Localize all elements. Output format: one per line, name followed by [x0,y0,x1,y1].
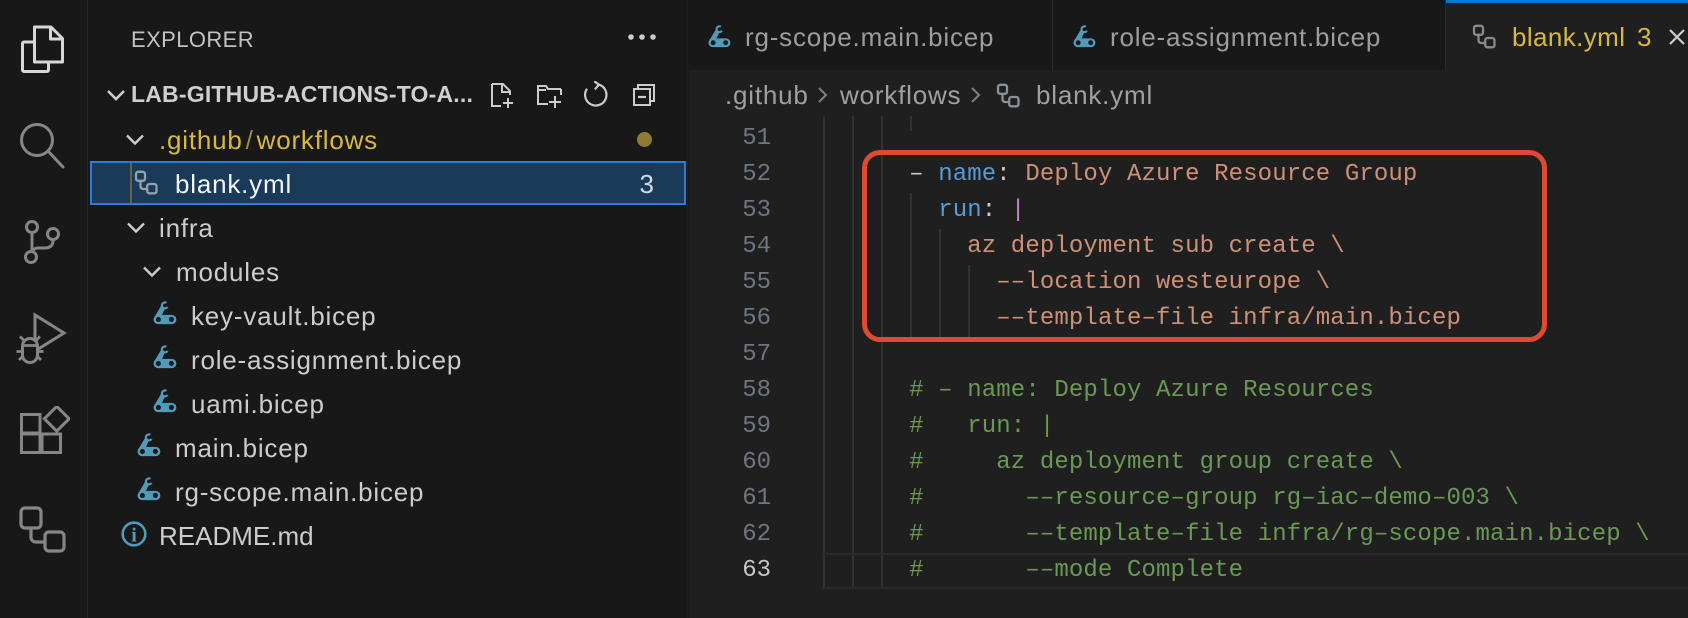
svg-text:i: i [131,525,137,547]
